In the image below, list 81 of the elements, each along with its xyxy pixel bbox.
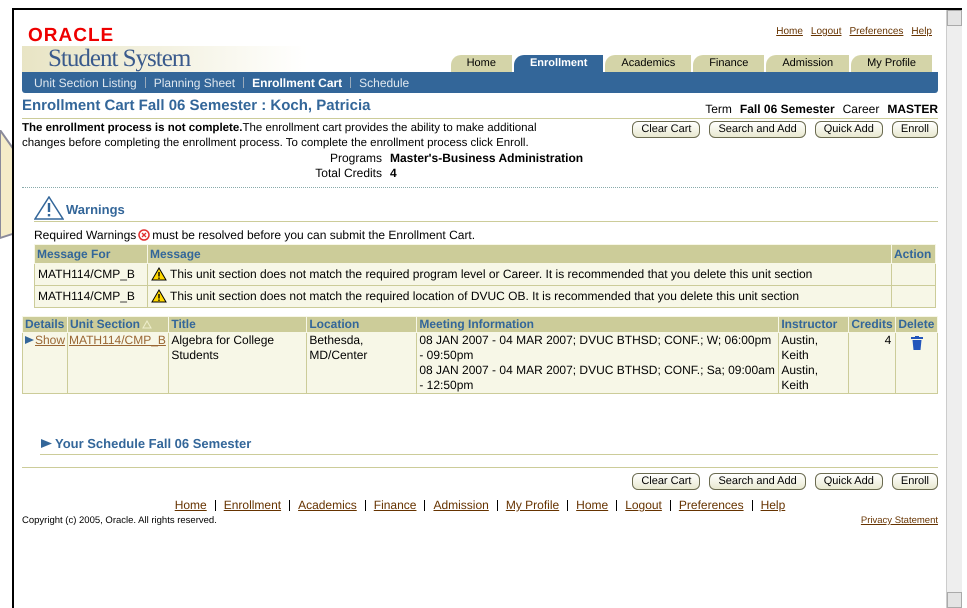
footer-link[interactable]: Logout (625, 496, 662, 514)
subnav-link[interactable]: Schedule (359, 74, 410, 92)
warnings-note: must be resolved before you can submit the Enrollment Cart. (152, 226, 476, 244)
trash-icon[interactable] (910, 336, 923, 350)
error-icon (138, 228, 150, 240)
copyright: Copyright (c) 2005, Oracle. All rights reserved. (22, 514, 217, 528)
table-cell: MATH114/CMP_B (34, 285, 148, 307)
page-title: Enrollment Cart Fall 06 Semester : Koch, Patricia (22, 96, 370, 116)
warning-message: This unit section does not match the required program level or Career. It is recommended that you delete this unit section (170, 266, 812, 283)
header-link[interactable]: Help (911, 24, 932, 39)
header-link[interactable]: Preferences (850, 24, 904, 39)
column-header[interactable]: Unit Section (67, 316, 169, 332)
warning-message: This unit section does not match the required location of DVUC OB. It is recommended that you delete this unit section (170, 288, 799, 305)
subnav-link[interactable]: Enrollment Cart (252, 74, 342, 92)
warning-icon (151, 289, 167, 303)
footer-link[interactable]: Help (760, 496, 786, 514)
column-header: Message (148, 244, 892, 263)
column-header[interactable]: Title (168, 316, 307, 332)
expand-icon (24, 335, 35, 345)
warnings-note: Required Warnings (34, 226, 136, 244)
nav-tab[interactable]: Admission (766, 55, 850, 72)
expand-icon (40, 438, 53, 449)
action-button[interactable]: Enroll (892, 120, 938, 138)
nav-tab[interactable]: Enrollment (514, 55, 604, 72)
action-button[interactable]: Search and Add (709, 120, 806, 138)
footer-link[interactable]: Admission (433, 496, 489, 514)
term-label: Term (705, 100, 732, 118)
action-button[interactable]: Search and Add (709, 473, 806, 490)
nav-tab[interactable]: Finance (693, 55, 764, 72)
footer-link[interactable]: Home (174, 496, 207, 514)
column-header: Message For (34, 244, 148, 263)
info-value: Master's-Business Administration (390, 150, 584, 166)
table-cell-text: Austin, Keith (781, 362, 820, 392)
info-value: 4 (390, 166, 398, 180)
action-button[interactable]: Quick Add (814, 473, 883, 490)
term-value: Fall 06 Semester (740, 100, 835, 118)
column-header[interactable]: Meeting Information (416, 316, 779, 332)
warning-icon (151, 267, 167, 281)
nav-tab[interactable]: My Profile (851, 55, 932, 72)
career-label: Career (842, 100, 880, 118)
section-title: Your Schedule Fall 06 Semester (55, 434, 252, 452)
action-button[interactable]: Enroll (892, 473, 938, 490)
privacy-link[interactable]: Privacy Statement (860, 514, 938, 528)
action-button[interactable]: Quick Add (814, 120, 883, 138)
warnings-title: Warnings (66, 201, 125, 219)
sort-icon (142, 320, 152, 329)
column-header[interactable]: Location (306, 316, 417, 332)
action-button[interactable]: Clear Cart (632, 473, 700, 490)
warning-icon (34, 196, 64, 220)
info-label: Programs (328, 150, 382, 166)
footer-link[interactable]: Enrollment (224, 496, 282, 514)
action-button[interactable]: Clear Cart (632, 120, 700, 138)
header-link[interactable]: Home (776, 24, 803, 39)
footer-link[interactable]: Preferences (678, 496, 744, 514)
header-link[interactable]: Logout (810, 24, 842, 39)
table-cell-text: 08 JAN 2007 - 04 MAR 2007; DVUC BTHSD; CONF.; Sa; 09:00am - 12:50pm (419, 362, 776, 392)
column-header[interactable]: Details (22, 316, 68, 332)
nav-tab[interactable]: Home (450, 55, 512, 72)
table-cell: Bethesda, MD/Center (309, 332, 368, 362)
subnav-link[interactable]: Planning Sheet (154, 74, 236, 92)
column-header[interactable]: Instructor (778, 316, 849, 332)
info-label: Total Credits (314, 166, 382, 180)
footer-link[interactable]: Home (576, 496, 608, 514)
scrollbar[interactable] (946, 10, 962, 608)
career-value: MASTER (887, 100, 938, 118)
footer-link[interactable]: My Profile (506, 496, 560, 514)
table-cell: Algebra for College Students (171, 332, 274, 362)
intro-text: The enrollment process is not complete.The enrollment cart provides the ability to make additional changes before completing the enrollment process. To complete the enrollment process click Enroll. (22, 120, 538, 150)
oracle-logo: ORACLE (27, 26, 116, 46)
footer-link[interactable]: Academics (298, 496, 357, 514)
footer-link[interactable]: Finance (374, 496, 416, 514)
column-header[interactable]: Credits (848, 316, 896, 332)
column-header: Action (892, 244, 936, 263)
table-cell-text: Austin, Keith (781, 332, 820, 362)
subnav-link[interactable]: Unit Section Listing (34, 74, 137, 92)
table-cell: MATH114/CMP_B (34, 263, 148, 285)
column-header[interactable]: Delete (896, 316, 938, 332)
nav-tab[interactable]: Academics (605, 55, 692, 72)
table-cell: 4 (884, 332, 892, 346)
show-link[interactable]: Show (35, 332, 66, 348)
table-cell-text: 08 JAN 2007 - 04 MAR 2007; DVUC BTHSD; CONF.; W; 06:00pm - 09:50pm (419, 332, 772, 362)
